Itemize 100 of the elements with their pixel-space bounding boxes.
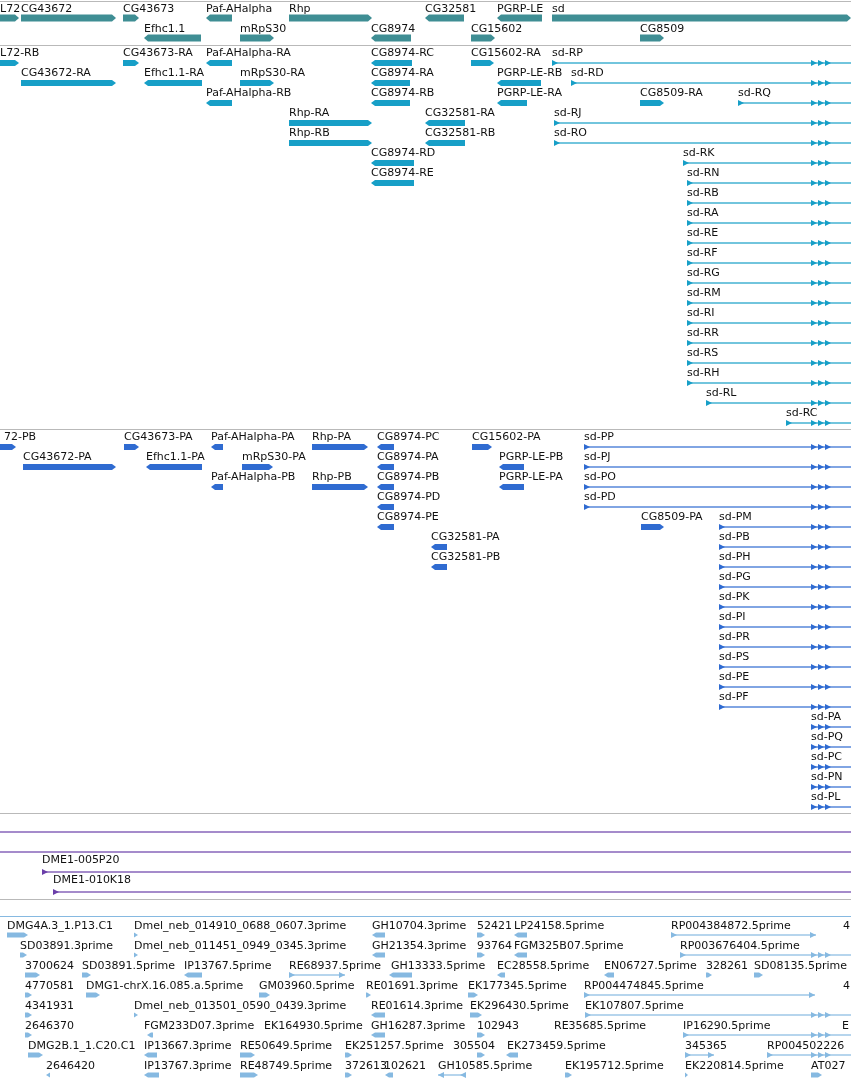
feature-label: sd-PP (584, 430, 614, 443)
feature-label: CG8974-RE (371, 166, 434, 179)
feature-label: EC28558.5prime (497, 959, 590, 972)
feature-label: CG43672-PA (23, 450, 92, 463)
feature-label: sd-PA (811, 710, 842, 723)
feature-label: CG32581 (425, 2, 477, 15)
feature-label: CG8974-PA (377, 450, 439, 463)
feature-label: CG15602-PA (472, 430, 541, 443)
feature-label: CG43673-RA (123, 46, 193, 59)
feature-label: 102621 (384, 1059, 426, 1072)
feature-label: EK177345.5prime (468, 979, 567, 992)
feature-label: PGRP-LE-PA (499, 470, 563, 483)
feature-label: sd (552, 2, 565, 15)
feature-label: RP004384872.5prime (671, 919, 791, 932)
feature-label: sd-PQ (811, 730, 843, 743)
feature-label: sd-RB (687, 186, 719, 199)
feature-label: 372613 (345, 1059, 387, 1072)
feature-label: FGM233D07.3prime (144, 1019, 255, 1032)
feature-label: sd-RI (687, 306, 715, 319)
feature-label: sd-RP (552, 46, 583, 59)
feature-label: sd-PD (584, 490, 616, 503)
feature-label: sd-RS (687, 346, 719, 359)
feature-label: sd-PM (719, 510, 752, 523)
feature-label: Dmel_neb_011451_0949_0345.3prime (134, 939, 347, 952)
feature-label: Paf-AHalpha-RA (206, 46, 291, 59)
feature-label: GH10585.5prime (438, 1059, 533, 1072)
feature-label: CG8974-RD (371, 146, 436, 159)
feature-label: EK195712.5prime (565, 1059, 664, 1072)
feature-label: DMG1-chrX.16.085.a.5prime (86, 979, 244, 992)
feature-label: GH13333.5prime (391, 959, 486, 972)
feature-label: sd-PG (719, 570, 751, 583)
feature-label: IP13767.5prime (184, 959, 272, 972)
feature-label: CG8974-PB (377, 470, 440, 483)
feature-label: PGRP-LE-RB (497, 66, 563, 79)
feature-label: GH10704.3prime (372, 919, 467, 932)
feature-label: EK220814.5prime (685, 1059, 784, 1072)
feature-label: sd-PK (719, 590, 750, 603)
feature-label: sd-RH (687, 366, 720, 379)
feature-label: Rhp (289, 2, 311, 15)
feature-label: EK251257.5prime (345, 1039, 444, 1052)
feature-label: 328261 (706, 959, 748, 972)
feature-label: RE35685.5prime (554, 1019, 647, 1032)
feature-label: sd-PI (719, 610, 746, 623)
feature-label: E (842, 1019, 849, 1032)
feature-label: Rhp-RB (289, 126, 330, 139)
feature-label: DME1-005P20 (42, 853, 120, 866)
feature-label: CG43672-RA (21, 66, 91, 79)
feature-label: sd-PE (719, 670, 750, 683)
feature-label: sd-RO (554, 126, 587, 139)
feature-label: sd-PR (719, 630, 750, 643)
feature-label: sd-PH (719, 550, 751, 563)
feature-label: Dmel_neb_013501_0590_0439.3prime (134, 999, 347, 1012)
feature-label: Paf-AHalpha-PB (211, 470, 296, 483)
feature-label: CG8974-PC (377, 430, 440, 443)
feature-label: IP16290.5prime (683, 1019, 771, 1032)
feature-label: mRpS30-RA (240, 66, 305, 79)
feature-label: sd-RG (687, 266, 720, 279)
feature-label: sd-RE (687, 226, 719, 239)
feature-label: FGM325B07.5prime (514, 939, 624, 952)
feature-label: Efhc1.1-RA (144, 66, 205, 79)
feature-label: CG8974-RB (371, 86, 435, 99)
feature-label: Paf-AHalpha (206, 2, 273, 15)
feature-label: CG15602 (471, 22, 523, 35)
feature-label: PGRP-LE (497, 2, 544, 15)
feature-label: EK164930.5prime (264, 1019, 363, 1032)
feature-label: CG15602-RA (471, 46, 541, 59)
feature-label: sd-RJ (554, 106, 582, 119)
feature-label: PGRP-LE-RA (497, 86, 562, 99)
feature-label: DME1-010K18 (53, 873, 132, 886)
feature-label: IP13767.3prime (144, 1059, 232, 1072)
feature-label: Rhp-PB (312, 470, 352, 483)
feature-label: Paf-AHalpha-RB (206, 86, 292, 99)
feature-label: 102943 (477, 1019, 519, 1032)
feature-label: CG8509 (640, 22, 685, 35)
feature-label: 4 (843, 919, 850, 932)
feature-label: mRpS30 (240, 22, 287, 35)
feature-label: sd-RC (786, 406, 818, 419)
feature-label: 72-PB (4, 430, 37, 443)
feature-label: sd-RD (571, 66, 604, 79)
feature-label: CG8974 (371, 22, 416, 35)
feature-label: sd-PF (719, 690, 749, 703)
feature-label: RP004474845.5prime (584, 979, 704, 992)
feature-label: sd-PO (584, 470, 616, 483)
feature-label: 93764 (477, 939, 512, 952)
feature-label: Rhp-PA (312, 430, 352, 443)
feature-label: sd-RR (687, 326, 719, 339)
feature-label: 4 (843, 979, 850, 992)
feature-label: sd-RF (687, 246, 718, 259)
feature-label: DMG4A.3_1.P13.C1 (7, 919, 114, 932)
feature-label: sd-PC (811, 750, 842, 763)
feature-label: CG8974-PE (377, 510, 439, 523)
feature-label: Efhc1.1 (144, 22, 186, 35)
feature-label: CG43673-PA (124, 430, 193, 443)
feature-label: CG8974-RC (371, 46, 434, 59)
feature-label: 305504 (453, 1039, 495, 1052)
feature-label: CG8974-PD (377, 490, 441, 503)
feature-label: CG8509-RA (640, 86, 703, 99)
feature-label: 4341931 (25, 999, 74, 1012)
feature-label: GH16287.3prime (371, 1019, 466, 1032)
feature-label: 345365 (685, 1039, 727, 1052)
